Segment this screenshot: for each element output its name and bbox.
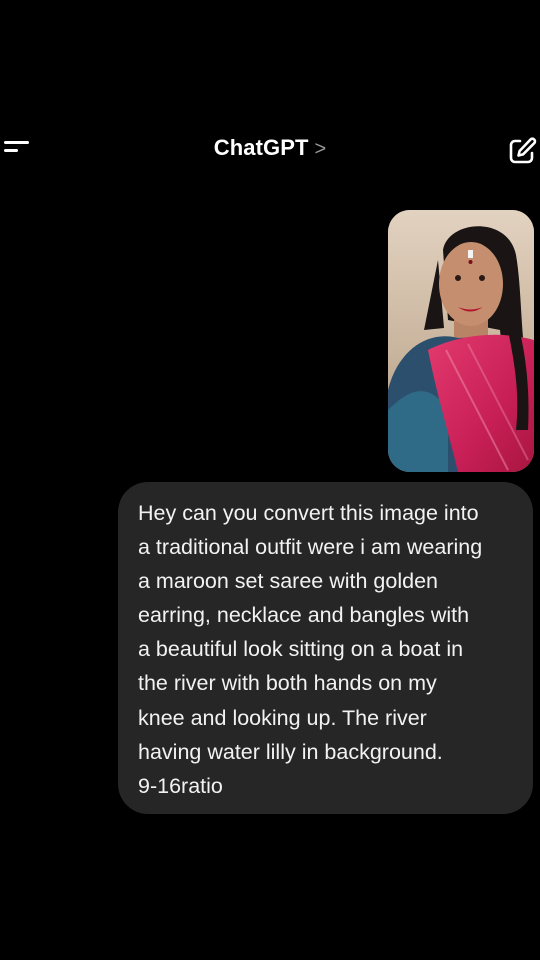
page-title: ChatGPT [213, 135, 309, 160]
new-chat-button[interactable] [506, 135, 538, 167]
user-message-text: Hey can you convert this image into a tr… [138, 501, 483, 798]
attached-image[interactable] [388, 210, 534, 472]
chevron-right-icon: > [314, 138, 327, 160]
chat-screen: ChatGPT > Hey can you convert this image… [0, 0, 540, 960]
user-photo [388, 210, 534, 472]
user-message-bubble[interactable]: Hey can you convert this image into a tr… [118, 482, 533, 814]
model-selector[interactable]: ChatGPT > [0, 135, 540, 161]
top-bar: ChatGPT > [0, 120, 540, 180]
edit-icon [509, 137, 537, 164]
